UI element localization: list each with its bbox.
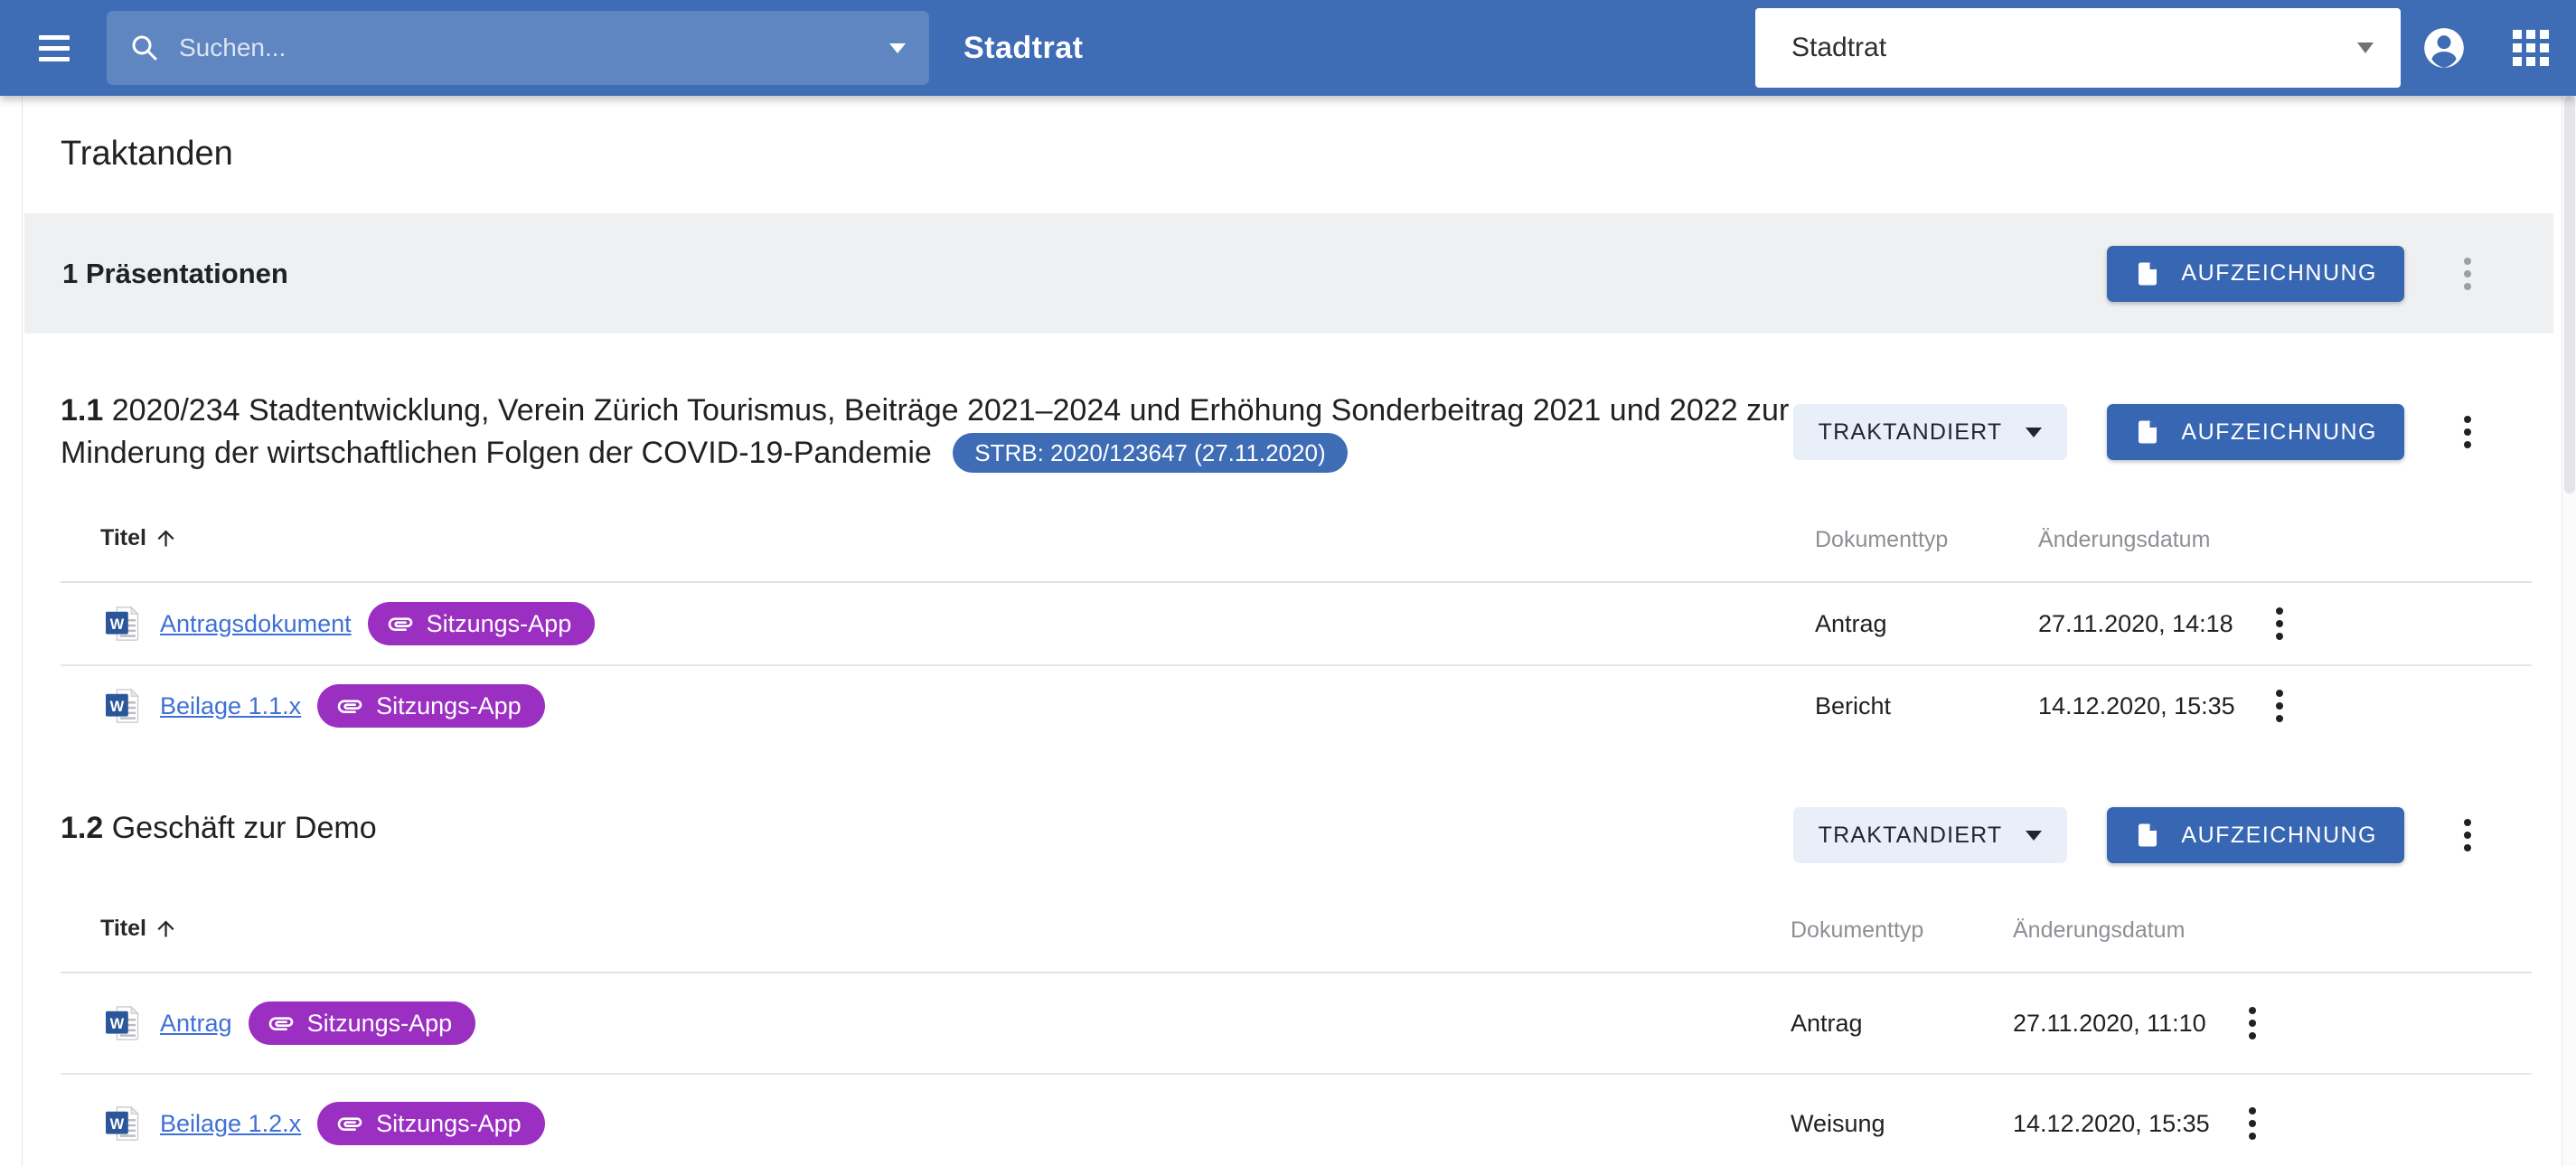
kebab-icon — [2276, 702, 2283, 710]
column-title[interactable]: Titel — [100, 525, 178, 551]
word-file-icon: W — [106, 1004, 140, 1042]
document-icon — [2134, 820, 2161, 851]
document-link[interactable]: Beilage 1.2.x — [160, 1110, 301, 1138]
doc-type-cell: Bericht — [1815, 692, 1891, 720]
column-modified[interactable]: Änderungsdatum — [2038, 527, 2210, 553]
agenda-item-number: 1.1 — [61, 393, 103, 428]
status-dropdown-button[interactable]: TRAKTANDIERT — [1793, 807, 2068, 863]
search-icon — [128, 32, 161, 64]
agenda-item-more-button[interactable] — [2448, 404, 2487, 460]
search-input[interactable] — [179, 33, 889, 62]
recording-button[interactable]: AUFZEICHNUNG — [2107, 807, 2404, 863]
sort-ascending-icon — [154, 917, 178, 941]
table-header-row: Titel Dokumenttyp Änderungsdatum — [61, 887, 2532, 973]
word-file-icon: W — [106, 1105, 140, 1142]
chevron-down-icon — [2026, 831, 2042, 841]
row-more-button[interactable] — [2260, 678, 2299, 734]
agenda-item-number: 1.2 — [61, 811, 103, 845]
document-link[interactable]: Beilage 1.1.x — [160, 692, 301, 720]
attachment-icon — [267, 1009, 296, 1038]
modified-cell: 27.11.2020, 14:18 — [2038, 610, 2233, 638]
svg-text:W: W — [110, 1115, 125, 1133]
agenda-item-1-2: 1.2 Geschäft zur Demo TRAKTANDIERT AUFZE… — [61, 807, 2553, 1166]
document-icon — [2134, 417, 2161, 447]
column-modified[interactable]: Änderungsdatum — [2013, 917, 2185, 944]
doc-type-cell: Antrag — [1815, 610, 1887, 638]
agenda-item-title: 1.2 Geschäft zur Demo — [61, 807, 1793, 850]
table-row: W Antragsdokument Sitzungs-App Antrag 27… — [61, 583, 2532, 664]
sort-ascending-icon — [154, 526, 178, 550]
svg-text:W: W — [110, 698, 125, 715]
doc-type-cell: Antrag — [1791, 1010, 1863, 1038]
word-file-icon: W — [106, 605, 140, 643]
svg-text:W: W — [110, 616, 125, 633]
recording-button[interactable]: AUFZEICHNUNG — [2107, 404, 2404, 460]
document-icon — [2134, 259, 2161, 289]
apps-grid-button[interactable] — [2505, 23, 2556, 73]
menu-button[interactable] — [27, 21, 81, 75]
documents-table: Titel Dokumenttyp Änderungsdatum W — [61, 887, 2532, 1166]
app-header: Stadtrat Stadtrat — [0, 0, 2576, 96]
table-header-row: Titel Dokumenttyp Änderungsdatum — [61, 496, 2532, 583]
modified-cell: 27.11.2020, 11:10 — [2013, 1010, 2206, 1038]
apps-grid-icon — [2513, 30, 2549, 66]
svg-text:W: W — [110, 1015, 125, 1032]
recording-button[interactable]: AUFZEICHNUNG — [2107, 246, 2404, 302]
column-doc-type[interactable]: Dokumenttyp — [1791, 917, 1923, 944]
table-row: W Beilage 1.2.x Sitzungs-App Weisung 14.… — [61, 1073, 2532, 1166]
search-scope-caret-icon[interactable] — [889, 43, 906, 53]
hamburger-icon — [39, 35, 70, 40]
strb-badge: STRB: 2020/123647 (27.11.2020) — [953, 433, 1347, 473]
column-title[interactable]: Titel — [100, 916, 178, 942]
kebab-icon — [2249, 1120, 2256, 1127]
documents-table: Titel Dokumenttyp Änderungsdatum W — [61, 496, 2532, 746]
sitzungs-app-chip[interactable]: Sitzungs-App — [249, 1001, 476, 1045]
account-circle-icon — [2421, 25, 2467, 71]
agenda-item-1-1: 1.1 2020/234 Stadtentwicklung, Verein Zü… — [61, 390, 2553, 746]
kebab-icon — [2276, 620, 2283, 627]
app-title: Stadtrat — [964, 31, 1083, 66]
row-more-button[interactable] — [2233, 995, 2272, 1051]
modified-cell: 14.12.2020, 15:35 — [2013, 1110, 2210, 1138]
attachment-icon — [335, 691, 364, 720]
agenda-item-more-button[interactable] — [2448, 807, 2487, 863]
kebab-icon — [2464, 428, 2471, 436]
attachment-icon — [386, 609, 415, 638]
page-title: Traktanden — [61, 128, 2576, 179]
attachment-icon — [335, 1109, 364, 1138]
column-doc-type[interactable]: Dokumenttyp — [1815, 527, 1948, 553]
agenda-item-title: 1.1 2020/234 Stadtentwicklung, Verein Zü… — [61, 390, 1793, 475]
scrollbar-thumb[interactable] — [2564, 96, 2575, 494]
kebab-icon — [2249, 1020, 2256, 1027]
document-link[interactable]: Antragsdokument — [160, 610, 352, 638]
content-left-divider — [22, 96, 23, 1166]
doc-type-cell: Weisung — [1791, 1110, 1885, 1138]
scrollbar[interactable] — [2562, 96, 2576, 1166]
search-box[interactable] — [107, 11, 929, 85]
main-content: Traktanden 1 Präsentationen AUFZEICHNUNG… — [0, 128, 2576, 1166]
row-more-button[interactable] — [2260, 596, 2299, 652]
row-more-button[interactable] — [2233, 1095, 2272, 1152]
sitzungs-app-chip[interactable]: Sitzungs-App — [317, 684, 545, 728]
presentations-more-button[interactable] — [2448, 246, 2487, 302]
word-file-icon: W — [106, 687, 140, 725]
workspace-select-value: Stadtrat — [1791, 33, 1886, 63]
status-dropdown-button[interactable]: TRAKTANDIERT — [1793, 404, 2068, 460]
presentations-count-label: 1 Präsentationen — [62, 258, 288, 290]
table-row: W Beilage 1.1.x Sitzungs-App Bericht 14.… — [61, 664, 2532, 746]
table-row: W Antrag Sitzungs-App Antrag 27.11.2020,… — [61, 973, 2532, 1073]
sitzungs-app-chip[interactable]: Sitzungs-App — [368, 602, 596, 645]
chevron-down-icon — [2026, 428, 2042, 437]
workspace-select[interactable]: Stadtrat — [1755, 8, 2401, 88]
account-button[interactable] — [2419, 23, 2469, 73]
kebab-icon — [2464, 832, 2471, 839]
modified-cell: 14.12.2020, 15:35 — [2038, 692, 2235, 720]
document-link[interactable]: Antrag — [160, 1010, 232, 1038]
kebab-icon — [2464, 270, 2471, 277]
sitzungs-app-chip[interactable]: Sitzungs-App — [317, 1102, 545, 1145]
chevron-down-icon — [2357, 42, 2374, 53]
presentations-bar: 1 Präsentationen AUFZEICHNUNG — [24, 213, 2553, 334]
